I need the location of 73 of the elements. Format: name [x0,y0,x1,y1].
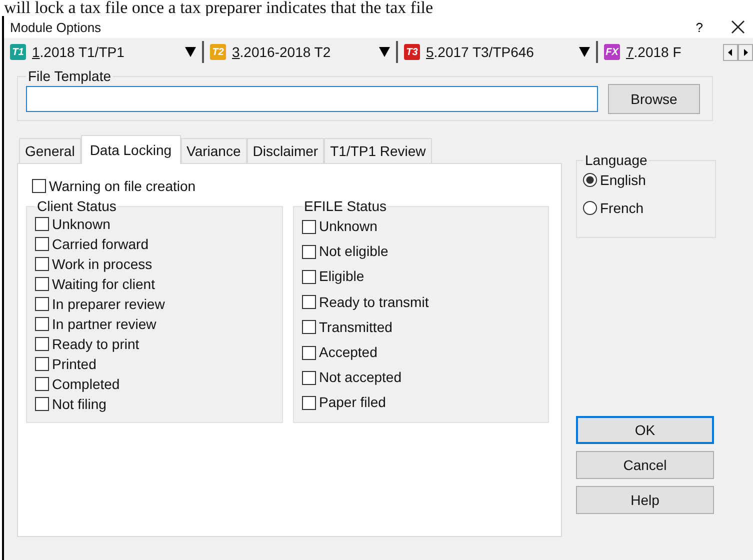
tab[interactable]: Disclaimer [246,138,324,163]
group-label: File Template [27,68,112,84]
checkbox[interactable] [35,397,49,411]
checkbox-label: Unknown [319,217,378,236]
dialog-button[interactable]: OK [576,416,714,444]
checkbox[interactable] [302,396,316,410]
close-icon[interactable] [731,20,745,34]
radio-button[interactable] [583,173,597,187]
tab[interactable]: Variance [180,138,247,163]
module-badge: FX [604,44,620,60]
module-tab[interactable]: FX 7.2018 F [598,41,716,63]
checkbox-label: Ready to print [52,335,140,354]
checkbox-label: Not eligible [319,242,388,262]
document-text: will lock a tax file once a tax preparer indicates that the tax file [3,0,434,16]
group-label: Client Status [36,198,118,214]
checkbox[interactable] [35,317,49,331]
checkbox[interactable] [35,337,49,351]
dropdown-arrow-icon[interactable] [185,47,196,57]
checkbox-label: Ready to transmit [319,292,429,312]
checkbox[interactable] [302,270,316,284]
checkbox[interactable] [35,257,49,271]
checkbox-label: Waiting for client [52,275,155,294]
file-template-field[interactable] [26,86,598,112]
checkbox-label: Accepted [319,343,378,362]
checkbox-label: Not filing [52,395,106,414]
checkbox-label: Transmitted [319,318,392,337]
checkbox[interactable] [302,244,316,259]
radio-label: French [600,199,644,218]
checkbox[interactable] [35,357,49,371]
checkbox[interactable] [302,370,316,385]
dropdown-arrow-icon[interactable] [379,47,390,57]
window-title: Module Options [10,20,102,34]
dropdown-arrow-icon[interactable] [579,47,590,57]
module-tab[interactable]: T1 1.2018 T1/TP1 [4,41,204,63]
module-badge: T2 [210,44,226,60]
checkbox-label: In partner review [52,315,156,334]
module-tab[interactable]: T3 5.2017 T3/TP646 [398,41,598,63]
checkbox-label: Unknown [52,215,110,234]
checkbox-label: Eligible [319,267,364,286]
checkbox[interactable] [35,377,49,391]
tab[interactable]: T1/TP1 Review [324,138,432,163]
tab[interactable]: General [19,138,81,163]
group-label: Language [584,152,648,168]
dialog-button[interactable]: Help [576,486,714,514]
module-badge: T3 [404,44,420,60]
browse-button[interactable]: Browse [608,84,700,114]
group-label: EFILE Status [303,198,388,214]
checkbox[interactable] [302,295,316,310]
checkbox-label: Not accepted [319,368,402,388]
radio-button[interactable] [583,201,597,215]
checkbox[interactable] [302,346,316,360]
scroll-right-icon[interactable] [738,44,753,60]
checkbox[interactable] [302,220,316,234]
scroll-left-icon[interactable] [723,44,738,60]
checkbox-label: Completed [52,375,120,394]
help-button[interactable]: ? [696,20,703,34]
checkbox-label: Warning on file creation [49,177,196,196]
checkbox-label: Printed [52,355,96,374]
checkbox[interactable] [35,297,49,311]
radio-label: English [600,171,646,190]
checkbox[interactable] [35,237,49,251]
checkbox-label: Paper filed [319,393,386,412]
module-badge: T1 [10,44,26,60]
module-tab[interactable]: T2 3.2016-2018 T2 [204,41,398,63]
checkbox[interactable] [35,277,49,291]
checkbox[interactable] [35,217,49,231]
checkbox-label: In preparer review [52,295,165,314]
checkbox[interactable] [32,179,46,193]
dialog-button[interactable]: Cancel [576,451,714,479]
tab[interactable]: Data Locking [80,135,181,164]
checkbox-label: Work in process [52,255,152,274]
checkbox[interactable] [302,320,316,334]
checkbox-label: Carried forward [52,235,148,254]
